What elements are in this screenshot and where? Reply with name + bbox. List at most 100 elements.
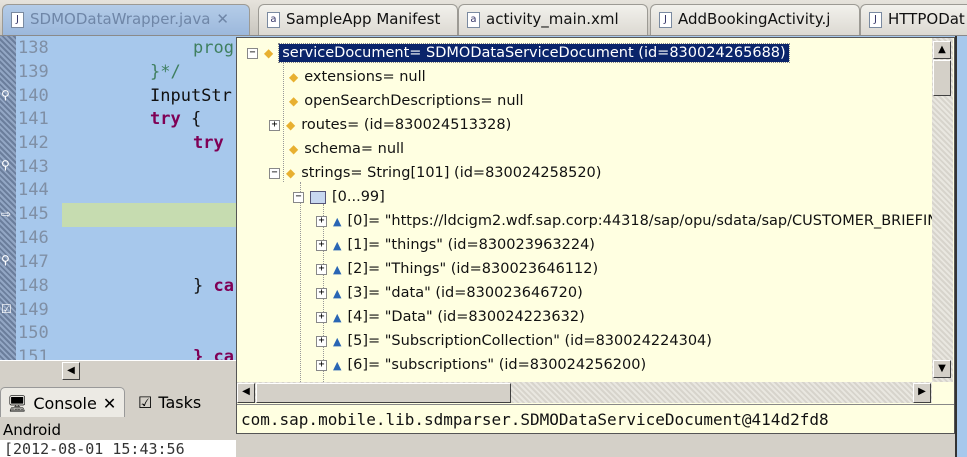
- code-line: }: [193, 276, 214, 296]
- tree-item[interactable]: + ▲ [6]= "subscriptions" (id=830024256200): [316, 354, 646, 376]
- expand-icon[interactable]: +: [316, 215, 327, 227]
- tab-label: SampleApp Manifest: [286, 10, 441, 28]
- code-line: InputStr: [150, 86, 232, 106]
- collapse-icon[interactable]: −: [247, 47, 258, 59]
- tree-item-label: serviceDocument= SDMODataServiceDocument…: [278, 43, 790, 63]
- tab-sampleapp-manifest[interactable]: a SampleApp Manifest: [258, 4, 458, 35]
- keyword: try: [193, 133, 224, 153]
- tree-item-label: strings= String[101] (id=830024258520): [301, 165, 602, 181]
- tree-item[interactable]: − ◆ serviceDocument= SDMODataServiceDocume…: [247, 42, 790, 64]
- field-icon: ◆: [289, 94, 299, 108]
- code-line: {: [180, 109, 202, 129]
- scroll-down-button[interactable]: ▼: [933, 360, 951, 378]
- console-icon: 🖥: [7, 394, 28, 413]
- watchpoint-icon: ⚲: [1, 88, 10, 102]
- line-number: 146: [18, 228, 49, 248]
- popup-horizontal-scrollbar[interactable]: ◀ ▶: [237, 382, 932, 403]
- tree-item[interactable]: ◆ extensions= null: [289, 66, 426, 88]
- string-icon: ▲: [333, 238, 342, 252]
- code-line: prog: [193, 38, 234, 58]
- expand-icon[interactable]: +: [316, 239, 327, 251]
- line-number: 148: [18, 276, 49, 296]
- tree-item-label: routes= (id=830024513328): [301, 117, 512, 133]
- editor-horizontal-scrollbar[interactable]: ◀: [0, 360, 240, 382]
- line-number: 151: [18, 347, 49, 360]
- bottom-panel-tabs: 🖥 Console ✕ ☑ Tasks: [0, 383, 236, 423]
- watchpoint-icon: ⚲: [1, 253, 10, 267]
- tab-httpodat[interactable]: J HTTPODat: [860, 4, 967, 35]
- tasks-icon: ☑: [138, 393, 153, 412]
- tab-label: SDMODataWrapper.java: [30, 10, 211, 28]
- tree-item[interactable]: + ▲ [3]= "data" (id=830023646720): [316, 282, 583, 304]
- console-output-line: [2012-08-01 15:43:56: [0, 440, 236, 457]
- keyword: ca: [213, 276, 234, 296]
- collapse-icon[interactable]: −: [269, 167, 280, 179]
- scroll-right-button[interactable]: ▶: [913, 383, 931, 403]
- tree-item-label: [5]= "SubscriptionCollection" (id=830024…: [347, 333, 712, 349]
- java-file-icon: J: [869, 12, 882, 28]
- tree-item-label: [1]= "things" (id=830023963224): [347, 237, 595, 253]
- line-number: 144: [18, 180, 49, 200]
- tab-sdmodatawrapper[interactable]: J SDMODataWrapper.java ✕: [2, 4, 250, 35]
- expand-icon[interactable]: +: [316, 311, 327, 323]
- tab-label: HTTPODat: [888, 10, 965, 28]
- scroll-thumb[interactable]: [933, 60, 951, 96]
- close-icon[interactable]: ✕: [103, 394, 116, 413]
- string-icon: ▲: [333, 310, 342, 324]
- line-number: 142: [18, 133, 49, 153]
- tree-item-label: [0]= "https://ldcigm2.wdf.sap.corp:44318…: [347, 213, 950, 229]
- tab-label: AddBookingActivity.j: [678, 10, 831, 28]
- current-line-highlight: [62, 203, 242, 227]
- instruction-pointer-icon: ⇨: [1, 207, 12, 221]
- tree-item[interactable]: − [0...99]: [293, 186, 385, 208]
- tab-tasks[interactable]: ☑ Tasks: [132, 387, 207, 417]
- console-name: Android: [0, 421, 236, 441]
- tab-addbookingactivity[interactable]: J AddBookingActivity.j: [650, 4, 860, 35]
- code-line: } ca: [193, 347, 234, 360]
- expand-icon[interactable]: +: [316, 335, 327, 347]
- close-icon[interactable]: ✕: [216, 10, 229, 35]
- field-icon: ◆: [286, 166, 296, 180]
- tab-activity-main[interactable]: a activity_main.xml: [458, 4, 648, 35]
- editor-vertical-scrollbar[interactable]: [955, 36, 967, 457]
- manifest-icon: a: [267, 12, 280, 28]
- line-number: 140: [18, 86, 49, 106]
- tree-item[interactable]: + ◆ routes= (id=830024513328): [269, 114, 511, 136]
- popup-vertical-scrollbar[interactable]: ▲ ▼: [932, 38, 953, 382]
- java-file-icon: J: [659, 12, 672, 28]
- tree-item-label: openSearchDescriptions= null: [304, 93, 524, 109]
- line-number: 138: [18, 38, 49, 58]
- tree-item[interactable]: + ▲ [0]= "https://ldcigm2.wdf.sap.corp:443…: [316, 210, 949, 232]
- tree-item[interactable]: + ▲ [1]= "things" (id=830023963224): [316, 234, 595, 256]
- expand-icon[interactable]: +: [269, 119, 280, 131]
- inspect-popup: − ◆ serviceDocument= SDMODataServiceDocume…: [236, 37, 955, 434]
- expand-icon[interactable]: +: [316, 287, 327, 299]
- scroll-thumb[interactable]: [256, 383, 511, 403]
- tree-item[interactable]: − ◆ strings= String[101] (id=830024258520): [269, 162, 601, 184]
- line-number: 147: [18, 252, 49, 272]
- scroll-left-button[interactable]: ◀: [62, 362, 80, 380]
- collapse-icon[interactable]: −: [293, 191, 304, 203]
- array-icon: [310, 190, 326, 204]
- string-icon: ▲: [333, 358, 342, 372]
- tree-item[interactable]: ◆ openSearchDescriptions= null: [289, 90, 524, 112]
- field-icon: ◆: [286, 118, 296, 132]
- tree-item[interactable]: + ▲ [4]= "Data" (id=830024223632): [316, 306, 585, 328]
- expand-icon[interactable]: +: [316, 263, 327, 275]
- expand-icon[interactable]: +: [316, 359, 327, 371]
- keyword: try: [150, 109, 181, 129]
- detail-pane[interactable]: com.sap.mobile.lib.sdmparser.SDMODataSer…: [237, 404, 954, 433]
- string-icon: ▲: [333, 334, 342, 348]
- tab-console[interactable]: 🖥 Console ✕: [0, 387, 125, 417]
- line-number: 150: [18, 323, 49, 343]
- scroll-up-button[interactable]: ▲: [933, 41, 951, 59]
- scroll-left-button[interactable]: ◀: [237, 383, 255, 403]
- tree-item[interactable]: + ▲ [2]= "Things" (id=830023646112): [316, 258, 598, 280]
- task-icon: ☑: [1, 302, 12, 316]
- tree-item-label: [2]= "Things" (id=830023646112): [347, 261, 599, 277]
- tree-item[interactable]: ◆ schema= null: [289, 138, 404, 160]
- tree-item-label: extensions= null: [304, 69, 426, 85]
- tree-item[interactable]: + ▲ [5]= "SubscriptionCollection" (id=8300…: [316, 330, 712, 352]
- editor-tab-bar: J SDMODataWrapper.java ✕ a SampleApp Manife…: [0, 0, 967, 36]
- tree-item-label: [0...99]: [332, 189, 385, 205]
